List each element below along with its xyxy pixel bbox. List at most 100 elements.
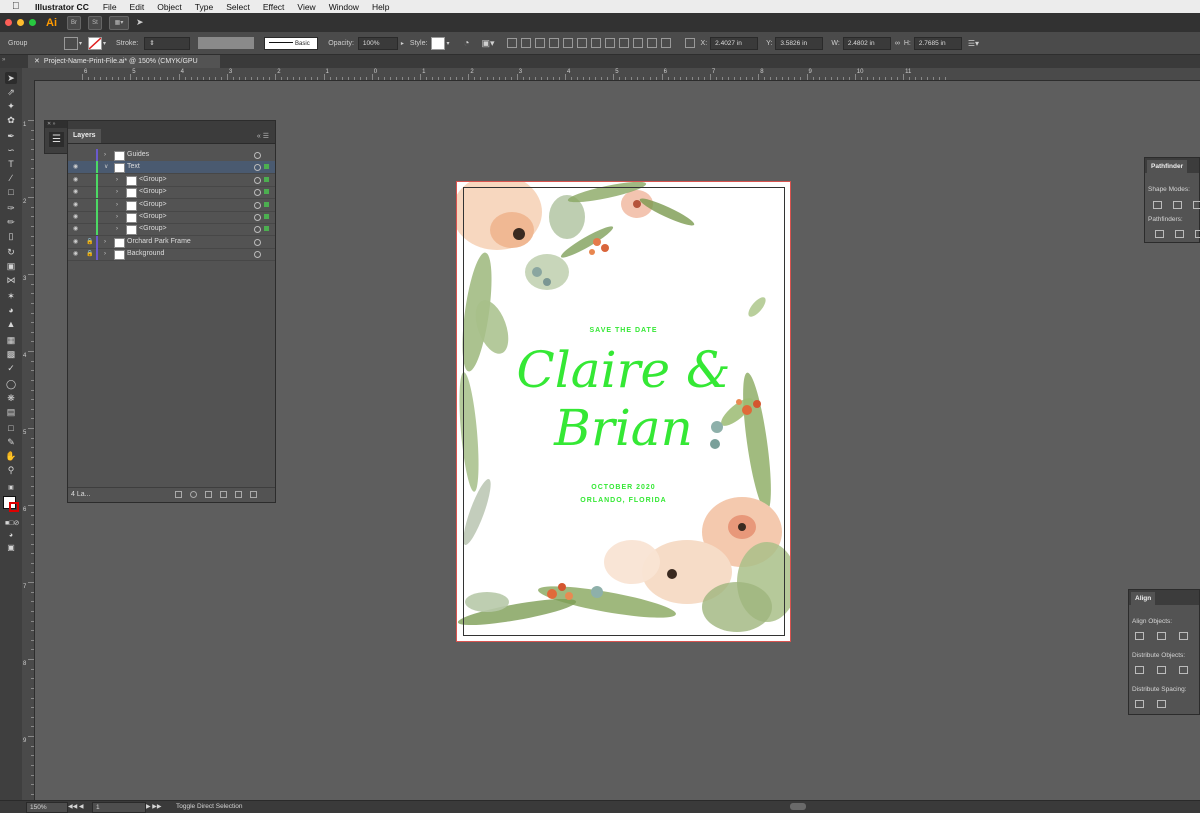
export-icon[interactable] [175, 491, 182, 498]
stock-button[interactable]: St [88, 15, 102, 30]
align-hcenter-icon[interactable] [1157, 632, 1166, 640]
visibility-eye-icon[interactable]: ◉ [73, 161, 82, 173]
minus-front-icon[interactable] [1173, 201, 1182, 209]
lasso-tool-icon[interactable]: ✿ [5, 114, 17, 126]
distribute-vtop-icon[interactable] [1135, 666, 1144, 674]
visibility-eye-icon[interactable]: ◉ [73, 248, 82, 260]
artboard-navigation-next-icon[interactable]: ▶ ▶▶ [146, 801, 162, 813]
perspective-grid-tool-icon[interactable]: ▲ [5, 318, 17, 330]
close-tab-icon[interactable]: ✕ [34, 58, 40, 65]
name-line-2[interactable]: Brian [457, 400, 790, 456]
target-icon[interactable] [254, 176, 261, 184]
menu-effect[interactable]: Effect [263, 2, 285, 12]
layer-row[interactable]: ◉ › <Group> [68, 198, 275, 212]
drawing-mode-icon[interactable]: ◕ [5, 530, 17, 542]
trim-icon[interactable] [1175, 230, 1184, 238]
screen-mode-icon[interactable]: ▣ [5, 542, 17, 554]
collapsed-panel-header[interactable]: ✕ » [45, 121, 67, 128]
constrain-proportions-icon[interactable]: ∞ [895, 40, 900, 47]
width-tool-icon[interactable]: ⋈ [5, 274, 17, 286]
layers-panel-icon[interactable]: ☰ [49, 132, 64, 147]
magic-wand-tool-icon[interactable]: ✦ [5, 100, 17, 112]
shape-builder-tool-icon[interactable]: ◕ [5, 304, 17, 316]
width-field[interactable]: 2.4802 in [842, 36, 891, 50]
distribute-vcenter-icon[interactable] [1157, 666, 1166, 674]
menu-window[interactable]: Window [329, 2, 359, 12]
unite-icon[interactable] [1153, 201, 1162, 209]
visibility-eye-icon[interactable]: ◉ [73, 186, 82, 198]
align-to-icon[interactable]: ▣▾ [482, 38, 495, 49]
lock-icon[interactable]: 🔒 [86, 236, 93, 248]
selection-indicator[interactable] [264, 226, 269, 232]
color-mode-icon[interactable]: ■□⊘ [5, 518, 19, 530]
layer-row[interactable]: ◉ 🔒 › Background [68, 248, 275, 262]
menu-help[interactable]: Help [372, 2, 389, 12]
create-sublayer-icon[interactable] [220, 491, 227, 498]
artboard[interactable]: SAVE THE DATE Claire & Brian OCTOBER 202… [456, 181, 791, 642]
mesh-tool-icon[interactable]: ▦ [5, 334, 17, 346]
target-icon[interactable] [254, 189, 261, 197]
type-tool-icon[interactable]: T [5, 158, 17, 170]
layers-panel-header[interactable] [68, 121, 275, 129]
rectangle-tool-icon[interactable]: □ [5, 186, 17, 198]
arrange-documents-icon[interactable]: ▦▾ [109, 15, 129, 30]
chevron-down-icon[interactable]: ∨ [104, 161, 108, 173]
height-field[interactable]: 2.7685 in [913, 36, 962, 50]
chevron-right-icon[interactable]: › [116, 223, 118, 235]
chevron-right-icon[interactable]: › [116, 186, 118, 198]
symbol-sprayer-tool-icon[interactable]: ❋ [5, 392, 17, 404]
pen-tool-icon[interactable]: ✒ [5, 130, 17, 142]
horizontal-ruler[interactable]: 6 5 4 3 2 1 0 1 2 3 4 5 6 7 8 9 10 11 [22, 68, 1200, 81]
collapse-toolbar-icon[interactable]: » [2, 57, 5, 63]
create-new-layer-icon[interactable] [235, 491, 242, 498]
visibility-eye-icon[interactable]: ◉ [73, 223, 82, 235]
chevron-right-icon[interactable]: › [104, 248, 106, 260]
artboard-tool-icon[interactable]: □ [5, 422, 17, 434]
reference-point-icon[interactable] [684, 38, 695, 48]
opacity-field[interactable]: 100% [357, 36, 398, 50]
chevron-right-icon[interactable]: › [116, 211, 118, 223]
stroke-weight-field[interactable]: ⇕ [144, 36, 191, 50]
selection-tool-icon[interactable]: ➤ [5, 72, 17, 84]
recolor-artwork-icon[interactable]: ◔ [463, 38, 469, 49]
chevron-right-icon[interactable]: › [116, 199, 118, 211]
layer-row[interactable]: ◉ › <Group> [68, 211, 275, 224]
rotate-tool-icon[interactable]: ↻ [5, 246, 17, 258]
distribute-bottom-icon[interactable] [618, 38, 629, 48]
x-position-field[interactable]: 2.4027 in [710, 36, 759, 50]
layer-row[interactable]: ◉ › <Group> [68, 173, 275, 187]
puppet-warp-tool-icon[interactable]: ✶ [5, 290, 17, 302]
layers-tab[interactable]: Layers [68, 129, 101, 143]
direct-selection-tool-icon[interactable]: ⇗ [5, 86, 17, 98]
event-location-text[interactable]: ORLANDO, FLORIDA [457, 497, 790, 504]
target-icon[interactable] [254, 201, 261, 209]
event-date-text[interactable]: OCTOBER 2020 [457, 484, 790, 491]
line-tool-icon[interactable]: ∕ [5, 172, 17, 184]
target-icon[interactable] [254, 226, 261, 234]
column-graph-tool-icon[interactable]: ▤ [5, 406, 17, 418]
graphic-style-swatch[interactable] [431, 36, 446, 50]
name-line-1[interactable]: Claire & [457, 342, 790, 398]
distribute-top-icon[interactable] [590, 38, 601, 48]
stroke-swatch[interactable] [88, 36, 103, 50]
vertical-distribute-space-icon[interactable] [1135, 700, 1144, 708]
artboard-navigation-first-icon[interactable]: ◀◀ ◀ [68, 801, 84, 813]
layer-row[interactable]: ◉ › <Group> [68, 186, 275, 200]
target-icon[interactable] [254, 214, 261, 221]
make-clipping-mask-icon[interactable] [205, 491, 212, 498]
document-tab[interactable]: ✕ Project-Name-Print-File.ai* @ 150% (CMY… [28, 55, 220, 78]
merge-icon[interactable] [1195, 230, 1200, 238]
selection-indicator[interactable] [264, 176, 269, 182]
align-tab[interactable]: Align [1131, 592, 1156, 605]
selection-indicator[interactable] [264, 164, 269, 170]
intersect-icon[interactable] [1193, 201, 1200, 209]
distribute-center-icon[interactable] [604, 38, 615, 48]
apple-icon[interactable]:  [12, 1, 23, 12]
vertical-align-center-icon[interactable] [562, 38, 573, 48]
visibility-eye-icon[interactable]: ◉ [73, 199, 82, 211]
target-icon[interactable] [254, 164, 261, 172]
menu-file[interactable]: File [103, 2, 117, 12]
zoom-tool-icon[interactable]: ⚲ [5, 464, 17, 476]
pathfinder-tab[interactable]: Pathfinder [1147, 160, 1188, 173]
brush-definition-dropdown[interactable]: Basic [264, 36, 319, 50]
